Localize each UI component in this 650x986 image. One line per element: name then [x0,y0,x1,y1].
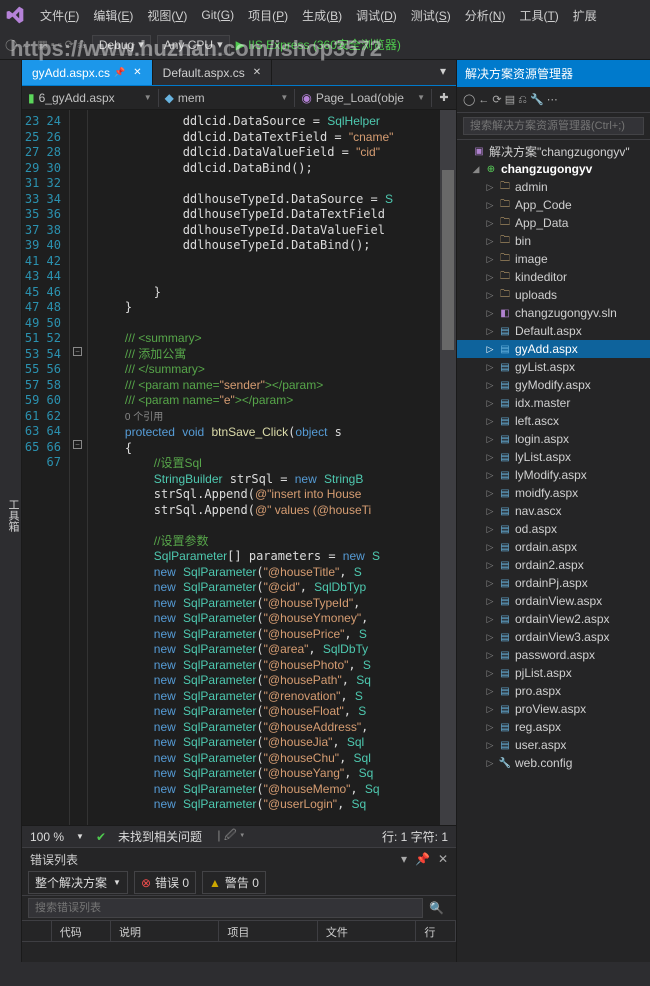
document-tab[interactable]: Default.aspx.cs✕ [153,60,272,85]
tree-row[interactable]: ◢⊕changzugongyv [457,160,650,178]
tree-row[interactable]: ▷▤ordainView3.aspx [457,628,650,646]
editor-statusbar: 100 %▼ ✔ 未找到相关问题 | 🖉 ▾ 行: 1 字符: 1 [22,825,456,847]
panel-dropdown-icon[interactable]: ▾ [401,852,407,866]
error-columns[interactable]: 代码说明项目文件行 [22,920,456,942]
tree-row[interactable]: ▷▤left.ascx [457,412,650,430]
explorer-search-input[interactable] [463,117,644,135]
tree-row[interactable]: ▷▤ordainView.aspx [457,592,650,610]
nav-method-combo[interactable]: ◉Page_Load(obje▼ [295,89,432,107]
fold-gutter[interactable]: −− [70,110,88,825]
tree-row[interactable]: ▷🗀App_Code [457,196,650,214]
menu-item[interactable]: 扩展 [566,5,604,26]
tree-row[interactable]: ▷🗀bin [457,232,650,250]
cursor-position: 行: 1 字符: 1 [382,828,448,845]
solution-tree[interactable]: ▣解决方案"changzugongyv"◢⊕changzugongyv▷🗀adm… [457,140,650,962]
tree-row[interactable]: ▷▤ordain.aspx [457,538,650,556]
tree-row[interactable]: ▷▤idx.master [457,394,650,412]
menubar: 文件(F)编辑(E)视图(V)Git(G)项目(P)生成(B)调试(D)测试(S… [33,3,604,27]
config-combo[interactable]: Debug ▾ [92,35,151,55]
run-button[interactable]: ▶ IIS Express (360安全浏览器) [236,36,401,53]
tree-row[interactable]: ▷▤login.aspx [457,430,650,448]
issues-ok-icon: ✔ [96,830,106,844]
menu-item[interactable]: 视图(V) [140,5,194,26]
explorer-toolbar[interactable]: ◯ ← ⟳ ▤ ⎌ 🔧 ⋯ [457,87,650,113]
tree-row[interactable]: ▷▤moidfy.aspx [457,484,650,502]
error-list-panel: 错误列表 ▾ 📌 ✕ 整个解决方案▼ ⊗错误 0 ▲警告 0 🔍 代码说明项目文件行 [22,847,456,962]
tree-row[interactable]: ▷▤ordainView2.aspx [457,610,650,628]
zoom-level[interactable]: 100 % [30,830,64,844]
tree-row[interactable]: ▷▤ordain2.aspx [457,556,650,574]
tree-row[interactable]: ▷▤reg.aspx [457,718,650,736]
tree-row[interactable]: ▷🗀kindeditor [457,268,650,286]
tree-row[interactable]: ▷🔧web.config [457,754,650,772]
issues-text[interactable]: 未找到相关问题 [118,828,202,845]
menu-item[interactable]: 工具(T) [512,5,565,26]
platform-combo[interactable]: Any CPU ▾ [157,35,230,55]
menu-item[interactable]: 调试(D) [349,5,404,26]
errors-badge[interactable]: ⊗错误 0 [134,871,196,894]
tree-row[interactable]: ▷🗀image [457,250,650,268]
panel-close-icon[interactable]: ✕ [438,852,448,866]
menu-item[interactable]: 编辑(E) [86,5,140,26]
error-list-title: 错误列表 [30,851,78,868]
error-col-header[interactable]: 项目 [219,921,318,941]
nav-bar: ▮6_gyAdd.aspx▼ ◆mem▼ ◉Page_Load(obje▼ ✚ [22,86,456,110]
scrollbar-vertical[interactable] [440,110,456,825]
tree-row[interactable]: ▷▤od.aspx [457,520,650,538]
scope-combo[interactable]: 整个解决方案▼ [28,871,128,894]
tree-row[interactable]: ▷🗀uploads [457,286,650,304]
tree-row[interactable]: ▷◧changzugongyv.sln [457,304,650,322]
panel-pin-icon[interactable]: 📌 [415,852,430,866]
tree-row[interactable]: ▷▤ordainPj.aspx [457,574,650,592]
menu-item[interactable]: 分析(N) [458,5,513,26]
tree-row[interactable]: ▷🗀admin [457,178,650,196]
menu-item[interactable]: Git(G) [194,6,241,24]
tree-row[interactable]: ▷▤user.aspx [457,736,650,754]
toolbox-tab[interactable]: 工具箱 [0,60,22,962]
menu-item[interactable]: 测试(S) [404,5,458,26]
tree-row[interactable]: ▷▤lyList.aspx [457,448,650,466]
tree-row[interactable]: ▷🗀App_Data [457,214,650,232]
split-button[interactable]: ✚ [432,89,456,106]
error-search-input[interactable] [28,898,423,918]
tree-row[interactable]: ▷▤password.aspx [457,646,650,664]
nav-back-icon[interactable]: ◯ ← [5,38,31,51]
tree-row[interactable]: ▷▤lyModify.aspx [457,466,650,484]
tabs-overflow-icon[interactable]: ▾ [434,60,452,85]
tree-row[interactable]: ▷▤gyList.aspx [457,358,650,376]
nav-scope-combo[interactable]: ▮6_gyAdd.aspx▼ [22,89,159,107]
search-icon[interactable]: 🔍 [423,901,450,915]
error-col-header[interactable]: 代码 [52,921,111,941]
nav-member-combo[interactable]: ◆mem▼ [159,89,296,107]
document-tab[interactable]: gyAdd.aspx.cs📌✕ [22,60,153,85]
vs-logo-icon [5,5,25,25]
document-tabs: gyAdd.aspx.cs📌✕Default.aspx.cs✕ ▾ [22,60,456,86]
tree-row[interactable]: ▷▤Default.aspx [457,322,650,340]
error-col-header[interactable]: 文件 [318,921,417,941]
menu-item[interactable]: 生成(B) [295,5,349,26]
explorer-title: 解决方案资源管理器 [457,60,650,87]
titlebar: 文件(F)编辑(E)视图(V)Git(G)项目(P)生成(B)调试(D)测试(S… [0,0,650,30]
tree-row[interactable]: ▷▤pro.aspx [457,682,650,700]
error-col-header[interactable]: 说明 [111,921,219,941]
editor-zone: gyAdd.aspx.cs📌✕Default.aspx.cs✕ ▾ ▮6_gyA… [22,60,456,962]
toolbar: ◯ ← ▦ ▪ ▫ ⟳ ⎌ Debug ▾ Any CPU ▾ ▶ IIS Ex… [0,30,650,60]
toolbar-icons[interactable]: ▦ ▪ ▫ ⟳ ⎌ [37,38,85,52]
line-numbers: 23 24 25 26 27 28 29 30 31 32 33 34 35 3… [22,110,70,825]
solution-explorer: 解决方案资源管理器 ◯ ← ⟳ ▤ ⎌ 🔧 ⋯ ▣解决方案"changzugon… [456,60,650,962]
tree-row[interactable]: ▣解决方案"changzugongyv" [457,142,650,160]
menu-item[interactable]: 文件(F) [33,5,86,26]
code-editor[interactable]: 23 24 25 26 27 28 29 30 31 32 33 34 35 3… [22,110,456,825]
menu-item[interactable]: 项目(P) [241,5,295,26]
error-col-header[interactable]: 行 [416,921,456,941]
tree-row[interactable]: ▷▤pjList.aspx [457,664,650,682]
warnings-badge[interactable]: ▲警告 0 [202,871,266,894]
code-content[interactable]: ddlcid.DataSource = SqlHelper ddlcid.Dat… [88,110,440,825]
error-col-header[interactable] [22,921,52,941]
tree-row[interactable]: ▷▤nav.ascx [457,502,650,520]
tree-row[interactable]: ▷▤gyModify.aspx [457,376,650,394]
tree-row[interactable]: ▷▤gyAdd.aspx [457,340,650,358]
tree-row[interactable]: ▷▤proView.aspx [457,700,650,718]
